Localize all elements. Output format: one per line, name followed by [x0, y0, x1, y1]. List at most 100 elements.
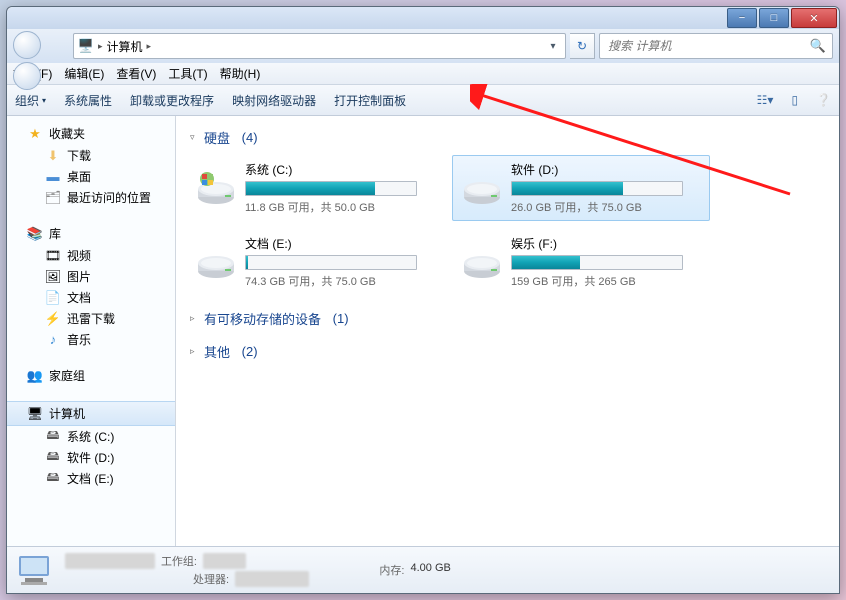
drive-progress	[511, 255, 683, 270]
sidebar-drive-e[interactable]: 🖴 文档 (E:)	[7, 468, 175, 489]
workgroup-label: 工作组:	[161, 553, 197, 569]
drive-name: 文档 (E:)	[245, 235, 435, 252]
drive-item[interactable]: 软件 (D:) 26.0 GB 可用，共 75.0 GB	[452, 155, 710, 221]
cpu-label: 处理器:	[193, 571, 229, 587]
video-icon: 🎞	[45, 248, 61, 264]
drive-free-text: 159 GB 可用，共 265 GB	[511, 273, 701, 289]
status-fields: ██████████ 工作组: ████ 处理器: ████████	[65, 553, 309, 587]
sidebar-item-pictures[interactable]: 🖼 图片	[7, 266, 175, 287]
star-icon: ★	[27, 126, 43, 142]
drive-free-text: 11.8 GB 可用，共 50.0 GB	[245, 199, 435, 215]
thunder-icon: ⚡	[45, 311, 61, 327]
sidebar-drive-d[interactable]: 🖴 软件 (D:)	[7, 447, 175, 468]
sidebar-item-downloads[interactable]: ⬇ 下载	[7, 145, 175, 166]
homegroup-icon: 👥	[27, 368, 43, 384]
sidebar-libraries[interactable]: 📚 库	[7, 222, 175, 245]
content-area: ▿ 硬盘 (4) 系统 (C:) 11.8 GB 可用，共 50.0 GB	[176, 116, 839, 546]
expand-icon: ▹	[190, 346, 200, 357]
drive-name: 软件 (D:)	[511, 161, 701, 178]
sidebar: ★ 收藏夹 ⬇ 下载 ▬ 桌面 🗂 最近访问的位置 📚	[7, 116, 176, 546]
open-control-panel-button[interactable]: 打开控制面板	[334, 92, 406, 109]
body: ★ 收藏夹 ⬇ 下载 ▬ 桌面 🗂 最近访问的位置 📚	[7, 116, 839, 546]
status-title: ██████████	[65, 553, 155, 569]
close-button[interactable]: ✕	[791, 8, 837, 28]
preview-pane-button[interactable]: ▯	[791, 93, 798, 107]
drive-item[interactable]: 娱乐 (F:) 159 GB 可用，共 265 GB	[452, 229, 710, 295]
picture-icon: 🖼	[45, 269, 61, 285]
address-bar[interactable]: 🖥️ ▸ 计算机 ▸ ▾	[73, 33, 566, 59]
download-icon: ⬇	[45, 148, 61, 164]
sidebar-drive-c[interactable]: 🖴 系统 (C:)	[7, 426, 175, 447]
sidebar-favorites[interactable]: ★ 收藏夹	[7, 122, 175, 145]
drive-free-text: 26.0 GB 可用，共 75.0 GB	[511, 199, 701, 215]
group-removable[interactable]: ▹ 有可移动存储的设备 (1)	[190, 309, 829, 328]
menubar: 文件(F) 编辑(E) 查看(V) 工具(T) 帮助(H)	[7, 63, 839, 85]
document-icon: 📄	[45, 290, 61, 306]
sidebar-item-desktop[interactable]: ▬ 桌面	[7, 166, 175, 187]
refresh-button[interactable]: ↻	[570, 33, 595, 59]
drive-item[interactable]: 系统 (C:) 11.8 GB 可用，共 50.0 GB	[186, 155, 444, 221]
group-hdd[interactable]: ▿ 硬盘 (4)	[190, 128, 829, 147]
memory-label: 内存:	[379, 562, 404, 578]
hard-disk-icon	[195, 241, 237, 283]
expand-icon: ▹	[190, 313, 200, 324]
sidebar-item-videos[interactable]: 🎞 视频	[7, 245, 175, 266]
toolbar: 组织▾ 系统属性 卸载或更改程序 映射网络驱动器 打开控制面板 ☷▾ ▯ ❔	[7, 85, 839, 116]
map-drive-button[interactable]: 映射网络驱动器	[232, 92, 316, 109]
cpu-value: ████████	[235, 571, 309, 587]
address-dropdown[interactable]: ▾	[545, 36, 561, 56]
sidebar-item-music[interactable]: ♪ 音乐	[7, 329, 175, 350]
organize-button[interactable]: 组织▾	[15, 92, 46, 109]
hard-disk-icon	[461, 241, 503, 283]
maximize-button[interactable]: □	[759, 8, 789, 28]
titlebar: − □ ✕	[7, 7, 839, 29]
computer-icon: 🖥	[27, 406, 43, 422]
computer-large-icon	[15, 550, 55, 590]
system-properties-button[interactable]: 系统属性	[64, 92, 112, 109]
uninstall-button[interactable]: 卸载或更改程序	[130, 92, 214, 109]
menu-edit[interactable]: 编辑(E)	[64, 65, 104, 82]
sidebar-item-documents[interactable]: 📄 文档	[7, 287, 175, 308]
minimize-button[interactable]: −	[727, 8, 757, 28]
menu-help[interactable]: 帮助(H)	[220, 65, 261, 82]
drive-icon: 🖴	[45, 429, 61, 445]
drive-icon: 🖴	[45, 450, 61, 466]
desktop-icon: ▬	[45, 169, 61, 185]
workgroup-value: ████	[203, 553, 246, 569]
sidebar-item-recent[interactable]: 🗂 最近访问的位置	[7, 187, 175, 208]
hard-disk-icon	[195, 167, 237, 209]
recent-icon: 🗂	[45, 190, 61, 206]
drive-free-text: 74.3 GB 可用，共 75.0 GB	[245, 273, 435, 289]
breadcrumb-root[interactable]: 计算机 ▸	[107, 38, 152, 55]
help-icon[interactable]: ❔	[816, 93, 831, 107]
menu-view[interactable]: 查看(V)	[116, 65, 156, 82]
drive-progress	[511, 181, 683, 196]
music-icon: ♪	[45, 332, 61, 348]
search-input[interactable]	[606, 38, 810, 54]
search-box[interactable]: 🔍	[599, 33, 833, 59]
status-bar: ██████████ 工作组: ████ 处理器: ████████ 内存: 4…	[7, 546, 839, 593]
library-icon: 📚	[27, 226, 43, 242]
forward-button[interactable]	[13, 62, 41, 90]
drive-progress	[245, 181, 417, 196]
sidebar-item-thunder[interactable]: ⚡ 迅雷下载	[7, 308, 175, 329]
hard-disk-icon	[461, 167, 503, 209]
collapse-icon: ▿	[190, 132, 200, 143]
drive-icon: 🖴	[45, 471, 61, 487]
drive-name: 系统 (C:)	[245, 161, 435, 178]
view-mode-button[interactable]: ☷▾	[757, 93, 774, 107]
group-other[interactable]: ▹ 其他 (2)	[190, 342, 829, 361]
nav-buttons	[13, 31, 69, 61]
explorer-window: − □ ✕ 🖥️ ▸ 计算机 ▸ ▾ ↻ 🔍 文件(F) 编辑(E) 查看(V)…	[6, 6, 840, 594]
sidebar-homegroup[interactable]: 👥 家庭组	[7, 364, 175, 387]
menu-tools[interactable]: 工具(T)	[168, 65, 207, 82]
drive-item[interactable]: 文档 (E:) 74.3 GB 可用，共 75.0 GB	[186, 229, 444, 295]
computer-icon: 🖥️	[78, 38, 94, 54]
search-icon: 🔍	[810, 38, 826, 54]
navbar: 🖥️ ▸ 计算机 ▸ ▾ ↻ 🔍	[7, 29, 839, 63]
back-button[interactable]	[13, 31, 41, 59]
drive-name: 娱乐 (F:)	[511, 235, 701, 252]
drive-progress	[245, 255, 417, 270]
sidebar-computer[interactable]: 🖥 计算机	[7, 401, 175, 426]
breadcrumb-sep: ▸	[98, 41, 103, 52]
